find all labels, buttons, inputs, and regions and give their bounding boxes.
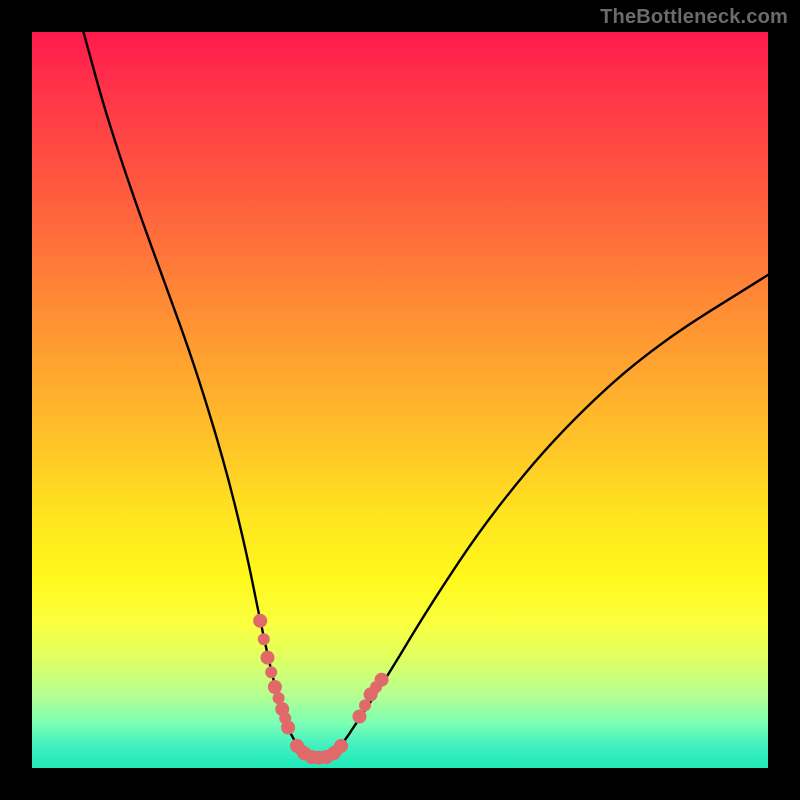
accent-dot xyxy=(334,739,348,753)
accent-dot xyxy=(281,721,295,735)
watermark-text: TheBottleneck.com xyxy=(600,6,788,29)
accent-dots-group xyxy=(253,614,388,765)
bottleneck-curve xyxy=(84,32,769,757)
accent-dot xyxy=(353,710,367,724)
accent-dot xyxy=(258,633,270,645)
accent-dot xyxy=(261,651,275,665)
plot-area xyxy=(32,32,768,768)
curve-svg xyxy=(32,32,768,768)
accent-dot xyxy=(375,673,389,687)
accent-dot xyxy=(268,680,282,694)
accent-dot xyxy=(265,666,277,678)
chart-frame: TheBottleneck.com xyxy=(0,0,800,800)
accent-dot xyxy=(253,614,267,628)
